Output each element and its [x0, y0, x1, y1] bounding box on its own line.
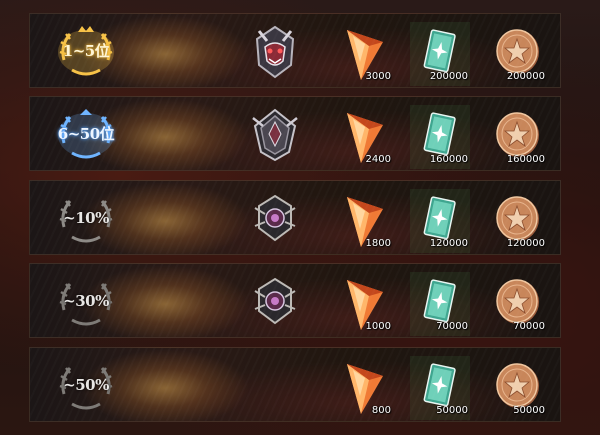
card-reward: 70000 — [410, 272, 470, 336]
reward-quantity: 70000 — [436, 321, 468, 332]
coin-reward: 70000 — [487, 272, 547, 336]
reward-row-top-50-percent: ~50% 800 50000 50000 — [29, 347, 561, 422]
card-reward: 50000 — [410, 356, 470, 420]
card-reward: 200000 — [410, 22, 470, 86]
reward-quantity: 160000 — [506, 154, 545, 165]
card-reward: 120000 — [410, 189, 470, 253]
reward-quantity: 50000 — [436, 405, 468, 416]
reward-quantity: 3000 — [365, 71, 391, 82]
reward-quantity: 1800 — [365, 238, 391, 249]
crystal-reward: 1000 — [333, 272, 393, 336]
rank-badge: ~30% — [56, 274, 116, 329]
ranking-rewards-panel: 1~5位 3000 200000 200000 6~50位 2400 16000… — [0, 0, 600, 435]
crystal-reward: 3000 — [333, 22, 393, 86]
rank-label: 1~5位 — [62, 42, 110, 60]
reward-row-top-30-percent: ~30% 1000 70000 70000 — [29, 263, 561, 338]
rank-label: 6~50位 — [57, 125, 115, 143]
reward-quantity: 120000 — [506, 238, 545, 249]
reward-quantity: 200000 — [429, 71, 468, 82]
coin-reward: 120000 — [487, 189, 547, 253]
gem-emblem-icon — [245, 271, 305, 331]
rank-label: ~50% — [63, 376, 109, 394]
coin-reward: 200000 — [487, 22, 547, 86]
crystal-reward: 2400 — [333, 105, 393, 169]
reward-quantity: 160000 — [429, 154, 468, 165]
rank-badge: 6~50位 — [56, 107, 116, 162]
crystal-reward: 800 — [333, 356, 393, 420]
crystal-reward: 1800 — [333, 189, 393, 253]
rank-badge: ~10% — [56, 191, 116, 246]
reward-quantity: 800 — [371, 405, 391, 416]
reward-quantity: 200000 — [506, 71, 545, 82]
reward-quantity: 2400 — [365, 154, 391, 165]
demon-emblem-icon — [245, 21, 305, 81]
rank-label: ~10% — [63, 209, 109, 227]
card-reward: 160000 — [410, 105, 470, 169]
reward-row-rank-1-5: 1~5位 3000 200000 200000 — [29, 13, 561, 88]
coin-reward: 50000 — [487, 356, 547, 420]
coin-reward: 160000 — [487, 105, 547, 169]
gem-emblem-icon — [245, 188, 305, 248]
rank-badge: ~50% — [56, 358, 116, 413]
reward-quantity: 120000 — [429, 238, 468, 249]
reward-quantity: 50000 — [513, 405, 545, 416]
reward-quantity: 1000 — [365, 321, 391, 332]
reward-row-rank-6-50: 6~50位 2400 160000 160000 — [29, 96, 561, 171]
reward-quantity: 70000 — [513, 321, 545, 332]
crest-emblem-icon — [245, 104, 305, 164]
reward-row-top-10-percent: ~10% 1800 120000 120000 — [29, 180, 561, 255]
rank-badge: 1~5位 — [56, 24, 116, 79]
rank-label: ~30% — [63, 292, 109, 310]
